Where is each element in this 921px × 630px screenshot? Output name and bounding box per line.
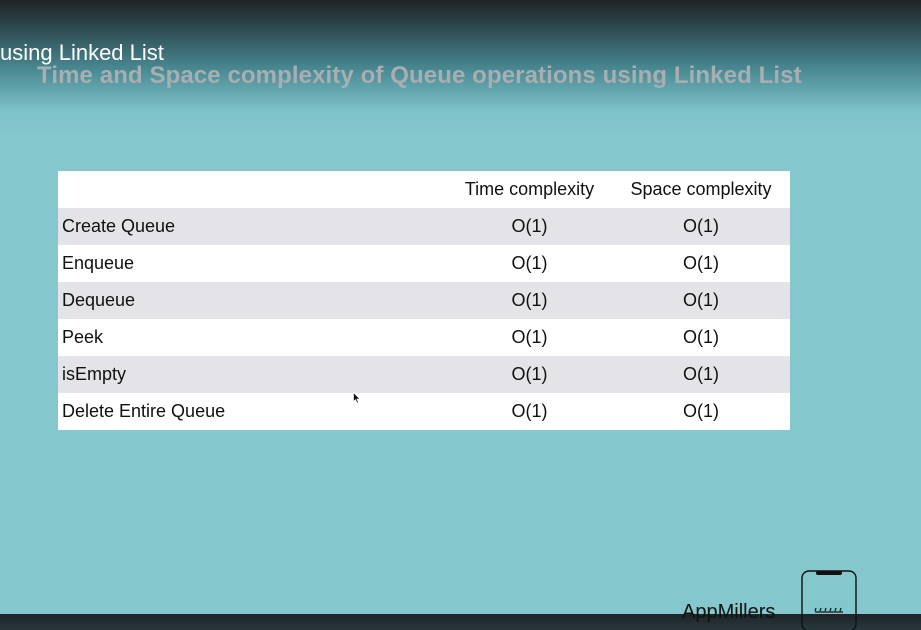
operation-name: Dequeue [62, 290, 136, 310]
operation-name: Create Queue [62, 216, 176, 236]
time-complexity-value: O(1) [511, 364, 548, 384]
table-row: Create Queue O(1) O(1) [58, 208, 790, 245]
cursor-icon [353, 392, 361, 404]
space-complexity-value: O(1) [683, 401, 719, 421]
column-header-space: Space complexity [630, 179, 772, 199]
time-complexity-value: O(1) [511, 327, 548, 347]
table-row: Enqueue O(1) O(1) [58, 245, 790, 282]
operation-name: isEmpty [62, 364, 127, 384]
space-complexity-value: O(1) [683, 327, 719, 347]
operation-name: Peek [62, 327, 104, 347]
slide-title: Time and Space complexity of Queue opera… [37, 62, 802, 89]
column-header-time: Time complexity [464, 179, 595, 199]
space-complexity-value: O(1) [683, 253, 719, 273]
space-complexity-value: O(1) [683, 290, 719, 310]
table-row: Dequeue O(1) O(1) [58, 282, 790, 319]
space-complexity-value: O(1) [683, 364, 719, 384]
complexity-table: Time complexity Space complexity Create … [58, 171, 790, 430]
brand-name: AppMillers [682, 601, 776, 623]
column-header-operation [58, 171, 447, 208]
table-header-row: Time complexity Space complexity [58, 171, 790, 208]
time-complexity-value: O(1) [511, 290, 548, 310]
table-row: isEmpty O(1) O(1) [58, 356, 790, 393]
time-complexity-value: O(1) [511, 216, 548, 236]
operation-name: Enqueue [62, 253, 135, 273]
time-complexity-value: O(1) [511, 253, 548, 273]
table-row: Delete Entire Queue O(1) O(1) [58, 393, 790, 430]
space-complexity-value: O(1) [683, 216, 719, 236]
table-row: Peek O(1) O(1) [58, 319, 790, 356]
operation-name: Delete Entire Queue [62, 401, 226, 421]
time-complexity-value: O(1) [511, 401, 548, 421]
phone-logo-icon [801, 570, 857, 630]
